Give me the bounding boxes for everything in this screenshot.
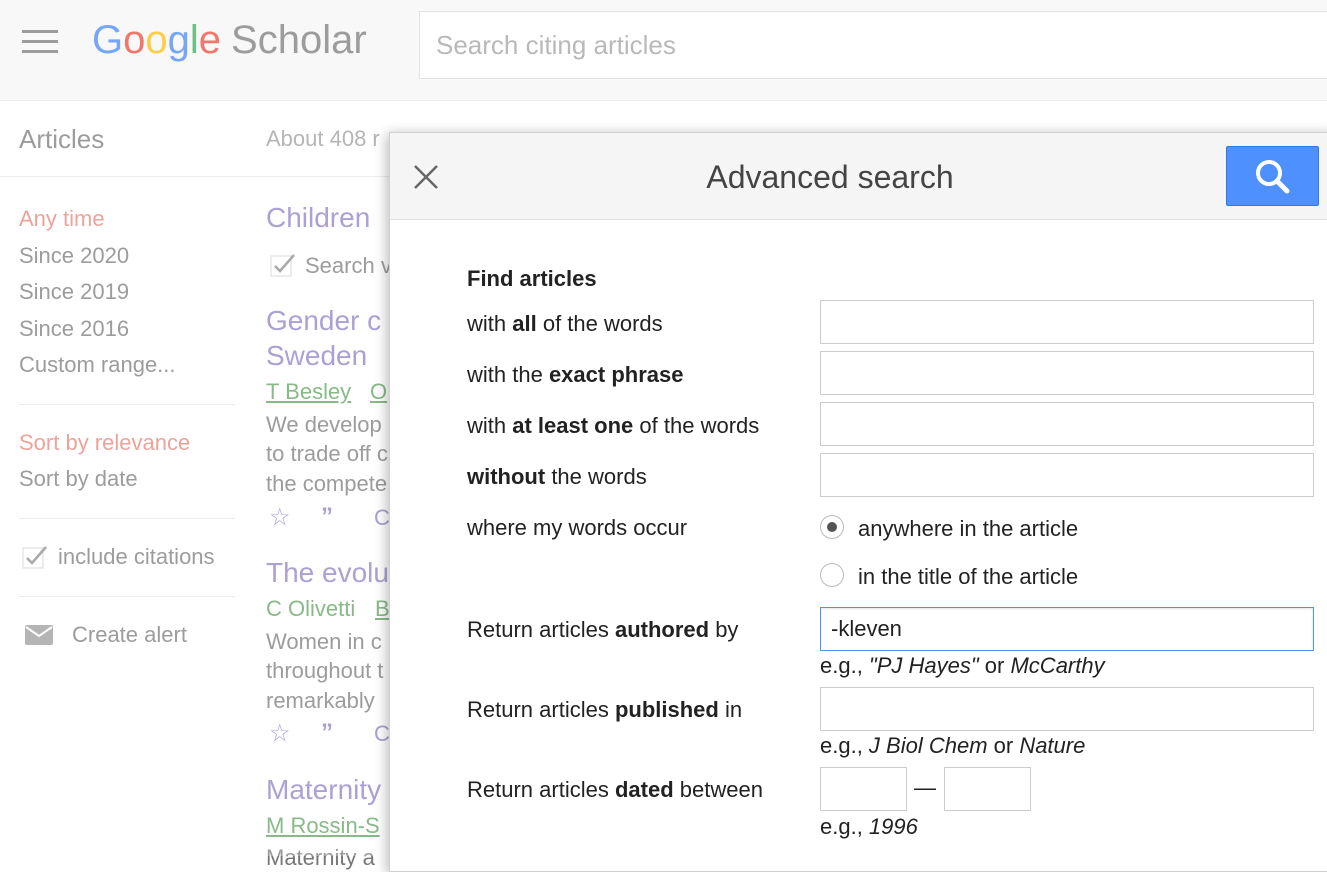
date-from-input[interactable]	[821, 768, 906, 810]
exact-phrase-input[interactable]	[821, 352, 1313, 394]
result-author-link[interactable]: C Olivetti	[266, 596, 355, 622]
google-scholar-logo[interactable]: Google Scholar	[92, 18, 367, 63]
articles-section-title: Articles	[19, 124, 105, 154]
sort-by-relevance[interactable]: Sort by relevance	[19, 430, 190, 456]
published-in-input[interactable]	[821, 688, 1313, 730]
result-snippet-line: throughout t	[266, 658, 384, 683]
checkmark-icon	[22, 546, 47, 569]
include-citations-checkbox[interactable]	[22, 544, 48, 570]
search-citing-box[interactable]	[419, 11, 1327, 79]
exact-phrase-label: with the exact phrase	[467, 362, 684, 387]
divider	[19, 404, 235, 405]
all-words-field[interactable]	[820, 300, 1314, 344]
result-author-link[interactable]: T Besley	[266, 379, 351, 405]
sort-by-date[interactable]: Sort by date	[19, 466, 138, 492]
occurrence-anywhere-radio[interactable]	[820, 515, 844, 539]
at-least-one-label: with at least one of the words	[467, 413, 760, 438]
divider	[19, 518, 235, 519]
occurrence-title-label[interactable]: in the title of the article	[858, 564, 1078, 590]
search-within-label[interactable]: Search v	[305, 253, 392, 279]
cited-by-link[interactable]: C	[374, 721, 390, 747]
result-title[interactable]: Children	[266, 202, 370, 234]
filter-any-time[interactable]: Any time	[19, 206, 105, 232]
cite-quote-icon[interactable]: ”	[321, 719, 333, 747]
dialog-header: Advanced search	[390, 133, 1327, 220]
result-snippet-line: remarkably	[266, 688, 375, 713]
result-snippet-line: Maternity a	[266, 845, 375, 870]
exact-phrase-field[interactable]	[820, 351, 1314, 395]
word-occurrence-label: where my words occur	[467, 515, 688, 540]
dated-between-label: Return articles dated between	[467, 777, 763, 802]
advanced-search-dialog: Advanced search Find articles with all o…	[389, 132, 1327, 872]
result-title[interactable]: Gender c	[266, 305, 381, 337]
result-snippet-line: the compete	[266, 471, 388, 496]
occurrence-title-radio[interactable]	[820, 563, 844, 587]
at-least-one-field[interactable]	[820, 402, 1314, 446]
filter-custom-range[interactable]: Custom range...	[19, 352, 176, 378]
author-label: Return articles authored by	[467, 617, 739, 642]
result-author-link[interactable]: B	[375, 596, 390, 622]
without-words-input[interactable]	[821, 454, 1313, 496]
result-author-link[interactable]: O	[370, 379, 387, 405]
all-words-label: with all of the words	[467, 311, 663, 336]
without-words-label: without the words	[467, 464, 647, 489]
result-snippet-line: to trade off c	[266, 441, 388, 466]
published-in-label: Return articles published in	[467, 697, 743, 722]
published-in-field[interactable]	[820, 687, 1314, 731]
cite-quote-icon[interactable]: ”	[321, 503, 333, 531]
search-citing-input[interactable]	[420, 12, 1327, 78]
author-field[interactable]	[820, 607, 1314, 651]
without-words-field[interactable]	[820, 453, 1314, 497]
date-range-dash: —	[914, 775, 936, 800]
divider	[0, 176, 390, 177]
logo-scholar-text: Scholar	[231, 18, 367, 62]
at-least-one-input[interactable]	[821, 403, 1313, 445]
dialog-title: Advanced search	[706, 159, 954, 195]
filter-since-2020[interactable]: Since 2020	[19, 243, 129, 269]
author-input[interactable]	[821, 608, 1313, 650]
occurrence-anywhere-label[interactable]: anywhere in the article	[858, 516, 1078, 542]
date-to-input[interactable]	[945, 768, 1030, 810]
published-hint: e.g., J Biol Chem or Nature	[820, 733, 1086, 758]
mail-icon[interactable]	[25, 625, 53, 645]
result-snippet-line: We develop	[266, 412, 382, 437]
result-author-link[interactable]: M Rossin-S	[266, 813, 380, 839]
date-from-field[interactable]	[820, 767, 907, 811]
advanced-search-submit-button[interactable]	[1226, 146, 1319, 206]
filter-since-2016[interactable]: Since 2016	[19, 316, 129, 342]
search-within-checkbox[interactable]	[270, 252, 296, 278]
all-words-input[interactable]	[821, 301, 1313, 343]
result-title[interactable]: The evolu	[266, 557, 389, 589]
hamburger-menu-icon[interactable]	[22, 30, 58, 54]
divider	[19, 596, 235, 597]
dated-hint: e.g., 1996	[820, 814, 918, 839]
result-snippet-line: Women in c	[266, 629, 382, 654]
checkmark-icon	[270, 254, 295, 277]
author-hint: e.g., "PJ Hayes" or McCarthy	[820, 653, 1105, 678]
result-title[interactable]: Maternity	[266, 774, 381, 806]
save-star-icon[interactable]: ☆	[269, 503, 291, 532]
create-alert-link[interactable]: Create alert	[72, 622, 187, 648]
date-to-field[interactable]	[944, 767, 1031, 811]
results-stats: About 408 r	[266, 126, 380, 151]
save-star-icon[interactable]: ☆	[269, 719, 291, 748]
find-articles-heading: Find articles	[467, 266, 597, 291]
cited-by-link[interactable]: C	[374, 505, 390, 531]
include-citations-label[interactable]: include citations	[58, 544, 215, 570]
filter-since-2019[interactable]: Since 2019	[19, 279, 129, 305]
result-title-line2[interactable]: Sweden	[266, 340, 367, 372]
top-header: Google Scholar	[0, 0, 1327, 101]
search-icon	[1256, 160, 1290, 194]
